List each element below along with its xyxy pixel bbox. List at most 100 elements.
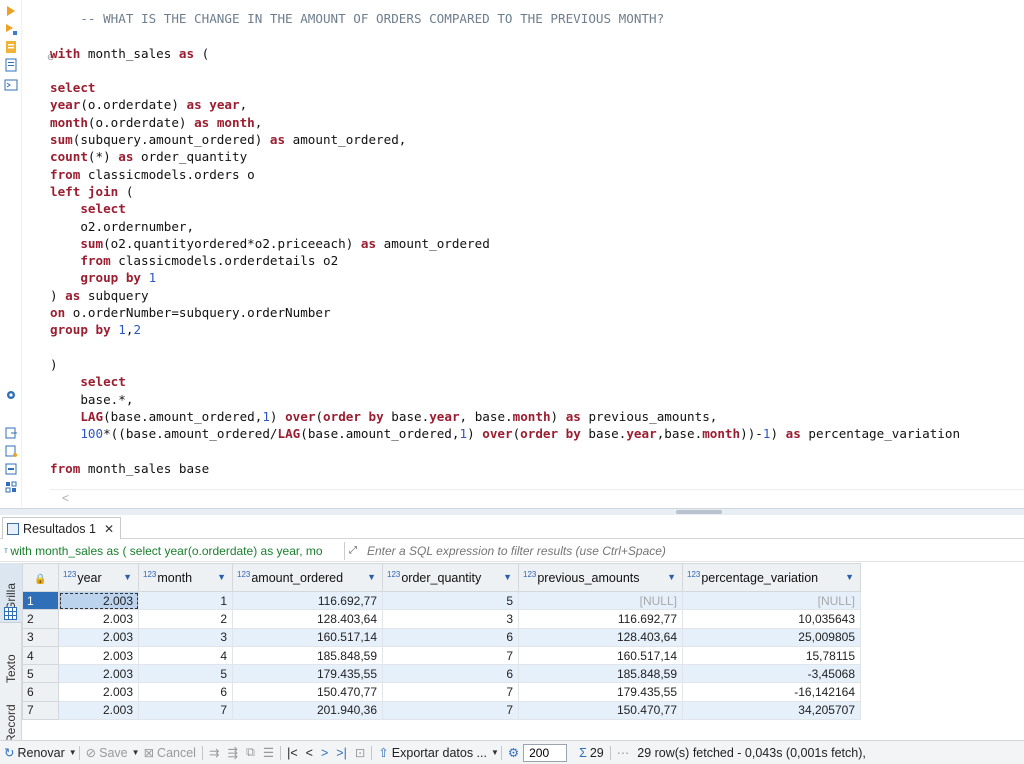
row-number[interactable]: 7 <box>22 700 59 721</box>
sort-icon[interactable]: ▼ <box>217 572 226 582</box>
first-page-button[interactable]: |< <box>283 746 302 760</box>
column-header[interactable]: 123percentage_variation ▼ <box>682 563 861 592</box>
run-script-icon[interactable] <box>4 22 18 36</box>
refresh-dropdown-icon[interactable]: ▼ <box>69 748 77 757</box>
code-line[interactable]: sum(subquery.amount_ordered) as amount_o… <box>50 131 1024 148</box>
new-script-icon[interactable] <box>4 444 18 458</box>
column-header[interactable]: 123previous_amounts ▼ <box>518 563 683 592</box>
cell-month[interactable]: 7 <box>138 700 233 721</box>
code-line[interactable]: on o.orderNumber=subquery.orderNumber <box>50 304 1024 321</box>
code-line[interactable]: sum(o2.quantityordered*o2.priceeach) as … <box>50 235 1024 252</box>
save-dropdown-icon[interactable]: ▼ <box>132 748 140 757</box>
cell-previous_amounts[interactable]: 128.403,64 <box>518 627 683 647</box>
code-line[interactable]: from classicmodels.orders o <box>50 166 1024 183</box>
cell-order_quantity[interactable]: 5 <box>382 590 519 611</box>
code-line[interactable]: LAG(base.amount_ordered,1) over(order by… <box>50 408 1024 425</box>
table-row[interactable]: 2 2.003 2 128.403,64 3 116.692,77 10,035643 <box>22 609 861 629</box>
code-line[interactable] <box>50 442 1024 459</box>
table-row[interactable]: 6 2.003 6 150.470,77 7 179.435,55 -16,142164 <box>22 682 861 702</box>
last-page-button[interactable]: >| <box>332 746 351 760</box>
refresh-button[interactable]: ↻ Renovar <box>0 745 69 761</box>
column-header[interactable]: 123order_quantity ▼ <box>382 563 519 592</box>
panels-icon[interactable] <box>4 480 18 494</box>
code-line[interactable] <box>50 62 1024 79</box>
previous-page-button[interactable]: < <box>302 746 317 760</box>
code-line[interactable] <box>50 27 1024 44</box>
cell-previous_amounts[interactable]: 150.470,77 <box>518 700 683 721</box>
table-row[interactable]: 1 2.003 1 116.692,77 5 [NULL] [NULL] <box>22 590 861 611</box>
cell-amount_ordered[interactable]: 201.940,36 <box>232 700 383 721</box>
cell-order_quantity[interactable]: 6 <box>382 664 519 684</box>
code-line[interactable] <box>50 339 1024 356</box>
table-row[interactable]: 4 2.003 4 185.848,59 7 160.517,14 15,78115 <box>22 645 861 666</box>
cell-previous_amounts[interactable]: 179.435,55 <box>518 682 683 702</box>
cell-percentage_variation[interactable]: [NULL] <box>682 590 861 611</box>
column-header[interactable]: 123year ▼ <box>58 563 139 592</box>
save-button[interactable]: ⊘ Save <box>82 745 132 761</box>
cell-previous_amounts[interactable]: [NULL] <box>518 590 683 611</box>
row-number[interactable]: 4 <box>22 645 59 666</box>
panel-splitter[interactable] <box>0 508 1024 515</box>
row-number[interactable]: 3 <box>22 627 59 647</box>
code-line[interactable]: from classicmodels.orderdetails o2 <box>50 252 1024 269</box>
column-header[interactable]: 123month ▼ <box>138 563 233 592</box>
row-number[interactable]: 6 <box>22 682 59 702</box>
code-line[interactable]: 100*((base.amount_ordered/LAG(base.amoun… <box>50 425 1024 442</box>
cell-year[interactable]: 2.003 <box>58 682 139 702</box>
code-line[interactable]: select <box>50 79 1024 96</box>
code-line[interactable]: select <box>50 200 1024 217</box>
cell-order_quantity[interactable]: 7 <box>382 645 519 666</box>
sort-icon[interactable]: ▼ <box>123 572 132 582</box>
sort-icon[interactable]: ▼ <box>845 572 854 582</box>
table-row[interactable]: 7 2.003 7 201.940,36 7 150.470,77 34,205707 <box>22 700 861 721</box>
cell-month[interactable]: 2 <box>138 609 233 629</box>
settings-gear-icon[interactable] <box>4 388 18 402</box>
tab-results-1[interactable]: Resultados 1 ✕ <box>2 517 122 539</box>
sort-icon[interactable]: ▼ <box>503 572 512 582</box>
more-icon[interactable]: ⋯ <box>613 745 634 760</box>
export-dropdown-icon[interactable]: ▼ <box>491 748 499 757</box>
run-statement-icon[interactable] <box>4 4 18 18</box>
cell-month[interactable]: 3 <box>138 627 233 647</box>
scroll-left-icon[interactable]: < <box>62 491 69 505</box>
code-line[interactable]: o2.ordernumber, <box>50 218 1024 235</box>
code-line[interactable]: group by 1 <box>50 269 1024 286</box>
column-header[interactable]: 123amount_ordered ▼ <box>232 563 383 592</box>
code-line[interactable]: ) <box>50 356 1024 373</box>
copy-row-button[interactable]: ⧉ <box>242 745 259 760</box>
explain-plan-icon[interactable] <box>4 40 18 54</box>
code-line[interactable]: with month_sales as ( <box>50 45 1024 62</box>
table-row[interactable]: 3 2.003 3 160.517,14 6 128.403,64 25,009805 <box>22 627 861 647</box>
terminal-icon[interactable] <box>4 78 18 92</box>
results-grid[interactable]: 🔒 123year ▼ 123month ▼ 123amount_ordered ▼ 123… <box>22 563 1024 739</box>
cell-year[interactable]: 2.003 <box>58 590 139 611</box>
cell-year[interactable]: 2.003 <box>58 627 139 647</box>
cell-percentage_variation[interactable]: 34,205707 <box>682 700 861 721</box>
export-button[interactable]: ⇧ Exportar datos ... <box>374 745 491 761</box>
table-row[interactable]: 5 2.003 5 179.435,55 6 185.848,59 -3,45068 <box>22 664 861 684</box>
tab-record[interactable]: Record <box>0 691 22 745</box>
tab-grid[interactable]: Grilla <box>0 563 22 623</box>
cell-month[interactable]: 6 <box>138 682 233 702</box>
cell-amount_ordered[interactable]: 179.435,55 <box>232 664 383 684</box>
add-row-button[interactable]: ⇶ <box>223 745 241 760</box>
cell-amount_ordered[interactable]: 150.470,77 <box>232 682 383 702</box>
code-line[interactable]: month(o.orderdate) as month, <box>50 114 1024 131</box>
cell-order_quantity[interactable]: 7 <box>382 682 519 702</box>
cell-order_quantity[interactable]: 7 <box>382 700 519 721</box>
row-count-button[interactable]: Σ 29 <box>575 746 608 760</box>
expand-filter-icon[interactable]: ⤢ <box>349 545 365 556</box>
fetch-size-input[interactable] <box>523 743 568 762</box>
cell-previous_amounts[interactable]: 185.848,59 <box>518 664 683 684</box>
cell-year[interactable]: 2.003 <box>58 609 139 629</box>
cell-previous_amounts[interactable]: 160.517,14 <box>518 645 683 666</box>
code-line[interactable]: from month_sales base <box>50 460 1024 477</box>
row-number[interactable]: 5 <box>22 664 59 684</box>
code-line[interactable]: group by 1,2 <box>50 321 1024 338</box>
code-line[interactable]: year(o.orderdate) as year, <box>50 96 1024 113</box>
cell-month[interactable]: 5 <box>138 664 233 684</box>
fetch-all-button[interactable]: ⊡ <box>351 745 369 760</box>
load-script-icon[interactable] <box>4 58 18 72</box>
cancel-button[interactable]: ⊠ Cancel <box>140 745 200 761</box>
filter-input[interactable] <box>365 541 1024 560</box>
